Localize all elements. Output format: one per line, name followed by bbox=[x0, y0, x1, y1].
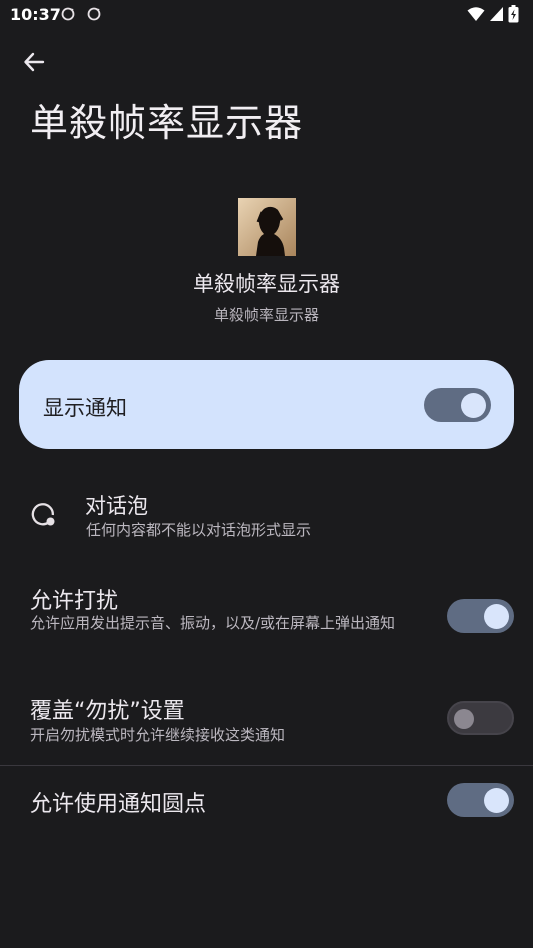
app-header: 单殺帧率显示器 单殺帧率显示器 bbox=[0, 198, 533, 325]
allow-interrupt-switch[interactable] bbox=[447, 599, 514, 633]
notification-dot-switch[interactable] bbox=[447, 783, 514, 817]
override-dnd-setting-row[interactable]: 覆盖“勿扰”设置 开启勿扰模式时允许继续接收这类通知 bbox=[0, 685, 533, 755]
bubble-icon bbox=[31, 503, 55, 526]
switch-knob bbox=[461, 392, 486, 418]
allow-interrupt-setting-row[interactable]: 允许打扰 允许应用发出提示音、振动，以及/或在屏幕上弹出通知 bbox=[0, 575, 533, 665]
app-avatar-icon bbox=[237, 198, 296, 256]
override-dnd-title: 覆盖“勿扰”设置 bbox=[30, 699, 185, 724]
show-notifications-switch[interactable] bbox=[424, 388, 491, 422]
app-subtitle: 单殺帧率显示器 bbox=[213, 306, 319, 324]
arrow-back-icon bbox=[24, 52, 45, 72]
override-dnd-subtitle: 开启勿扰模式时允许继续接收这类通知 bbox=[30, 726, 286, 744]
bubbles-subtitle: 任何内容都不能以对话泡形式显示 bbox=[86, 521, 312, 539]
status-bar: 10:37 bbox=[0, 0, 533, 30]
status-icons bbox=[467, 5, 519, 23]
back-button[interactable] bbox=[14, 44, 54, 80]
allow-interrupt-title: 允许打扰 bbox=[30, 589, 119, 614]
battery-icon bbox=[508, 5, 519, 23]
override-dnd-switch[interactable] bbox=[447, 701, 514, 735]
allow-interrupt-subtitle: 允许应用发出提示音、振动，以及/或在屏幕上弹出通知 bbox=[30, 614, 396, 632]
bubbles-title: 对话泡 bbox=[85, 494, 148, 518]
sync-icon bbox=[61, 7, 75, 21]
sync-icon bbox=[87, 7, 101, 21]
show-notifications-label: 显示通知 bbox=[43, 396, 127, 420]
show-notifications-card[interactable]: 显示通知 bbox=[19, 360, 514, 449]
notification-dot-setting-row[interactable]: 允许使用通知圆点 bbox=[0, 766, 533, 836]
app-notification-settings-screen: 10:37 单殺帧率显示器 单殺帧率显示器 单殺帧率显示器 显示通知 对话泡 任… bbox=[0, 0, 533, 948]
notification-dot-title: 允许使用通知圆点 bbox=[30, 792, 207, 817]
status-time: 10:37 bbox=[10, 5, 61, 24]
bubbles-setting-row[interactable]: 对话泡 任何内容都不能以对话泡形式显示 bbox=[0, 478, 533, 550]
cell-signal-icon bbox=[490, 7, 503, 21]
switch-knob bbox=[454, 709, 474, 729]
wifi-icon bbox=[467, 7, 485, 21]
switch-knob bbox=[484, 787, 509, 813]
page-title: 单殺帧率显示器 bbox=[30, 101, 304, 145]
app-name: 单殺帧率显示器 bbox=[193, 272, 340, 296]
switch-knob bbox=[484, 603, 509, 629]
